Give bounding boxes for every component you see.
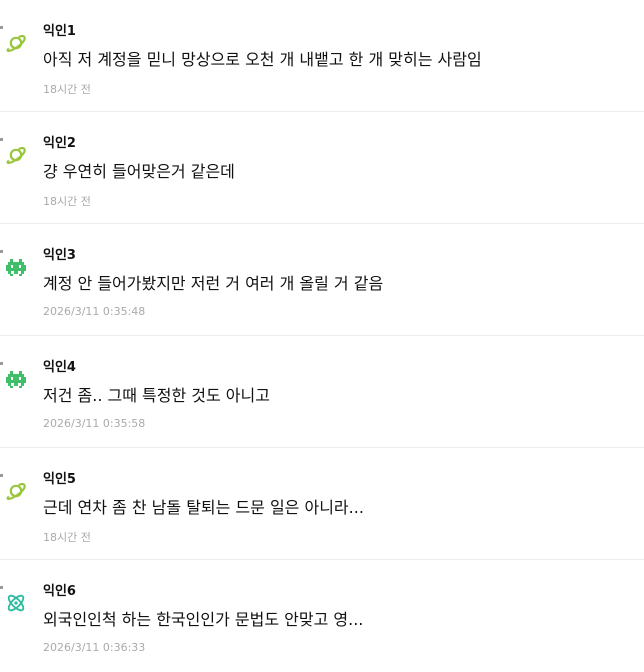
- comment-timestamp: 2026/3/11 0:36:33: [43, 641, 146, 654]
- comment-marker: [0, 26, 3, 29]
- planet-icon: [5, 480, 27, 502]
- comment-timestamp: 18시간 전: [43, 195, 91, 208]
- comment-text: 계정 안 들어가봤지만 저런 거 여러 개 올릴 거 같음: [43, 274, 384, 293]
- comment-text: 걍 우연히 들어맞은거 같은데: [43, 162, 235, 181]
- comment-nickname[interactable]: 익인5: [43, 468, 76, 487]
- planet-icon: [5, 32, 27, 54]
- comment-timestamp: 18시간 전: [43, 83, 91, 96]
- space-invader-icon: [5, 256, 27, 278]
- comment-timestamp: 2026/3/11 0:35:58: [43, 417, 146, 430]
- comment-nickname[interactable]: 익인2: [43, 132, 76, 151]
- comment-item: 익인5 근데 연차 좀 찬 남돌 탈퇴는 드문 일은 아니라... 18시간 전: [0, 448, 644, 560]
- comment-nickname[interactable]: 익인4: [43, 356, 76, 375]
- planet-icon: [5, 144, 27, 166]
- comment-nickname[interactable]: 익인6: [43, 580, 76, 599]
- space-invader-icon: [5, 368, 27, 390]
- comment-item: 익인1 아직 저 계정을 믿니 망상으로 오천 개 내뱉고 한 개 맞히는 사람임…: [0, 0, 644, 112]
- comment-text: 근데 연차 좀 찬 남돌 탈퇴는 드문 일은 아니라...: [43, 498, 364, 517]
- comment-marker: [0, 474, 3, 477]
- comment-marker: [0, 138, 3, 141]
- comment-text: 아직 저 계정을 믿니 망상으로 오천 개 내뱉고 한 개 맞히는 사람임: [43, 50, 482, 69]
- comment-marker: [0, 362, 3, 365]
- comment-marker: [0, 586, 3, 589]
- comment-item: 익인3 계정 안 들어가봤지만 저런 거 여러 개 올릴 거 같음 2026/3/1…: [0, 224, 644, 336]
- comment-list: 익인1 아직 저 계정을 믿니 망상으로 오천 개 내뱉고 한 개 맞히는 사람임…: [0, 0, 644, 672]
- comment-timestamp: 18시간 전: [43, 531, 91, 544]
- comment-text: 외국인인척 하는 한국인인가 문법도 안맞고 영...: [43, 610, 364, 629]
- comment-text: 저건 좀.. 그때 특정한 것도 아니고: [43, 386, 270, 405]
- comment-item: 익인6 외국인인척 하는 한국인인가 문법도 안맞고 영... 2026/3/11 …: [0, 560, 644, 672]
- comment-marker: [0, 250, 3, 253]
- comment-nickname[interactable]: 익인3: [43, 244, 76, 263]
- comment-item: 익인2 걍 우연히 들어맞은거 같은데 18시간 전: [0, 112, 644, 224]
- comment-timestamp: 2026/3/11 0:35:48: [43, 305, 146, 318]
- comment-item: 익인4 저건 좀.. 그때 특정한 것도 아니고 2026/3/11 0:35:58: [0, 336, 644, 448]
- atom-icon: [5, 592, 27, 614]
- comment-nickname[interactable]: 익인1: [43, 20, 76, 39]
